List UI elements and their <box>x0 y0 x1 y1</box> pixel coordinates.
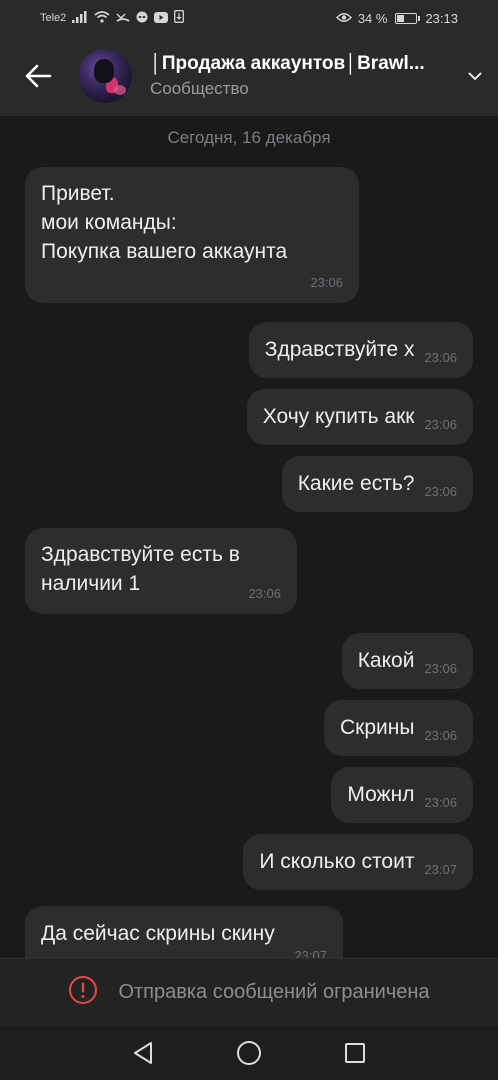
clock: 23:13 <box>425 10 458 26</box>
message-bubble-incoming[interactable]: Привет. мои команды: Покупка вашего акка… <box>25 167 359 303</box>
status-bar: Tele2 34 % 23:13 <box>0 0 498 36</box>
restriction-text: Отправка сообщений ограничена <box>118 981 430 1003</box>
battery-percent: 34 % <box>357 10 388 26</box>
nav-recents-button[interactable] <box>331 1029 379 1077</box>
message-time: 23:06 <box>248 586 281 601</box>
chat-subtitle: Сообщество <box>150 79 249 98</box>
message-text: Какой <box>357 649 415 672</box>
chat-title: │Продажа аккаунтов│Brawl... <box>150 53 425 74</box>
message-bubble-outgoing[interactable]: И сколько стоит 23:07 <box>243 834 473 890</box>
message-bubble-outgoing[interactable]: Скрины 23:06 <box>323 700 473 756</box>
messaging-restricted-bar: Отправка сообщений ограничена <box>0 958 498 1026</box>
message-bubble-incoming[interactable]: Да сейчас скрины скину 23:07 <box>25 906 343 958</box>
message-bubble-outgoing[interactable]: Какие есть? 23:06 <box>281 456 473 512</box>
message-list[interactable]: Сегодня, 16 декабря Привет. мои команды:… <box>0 116 498 958</box>
status-left: Tele2 <box>40 10 185 26</box>
date-separator: Сегодня, 16 декабря <box>167 128 331 147</box>
triangle-back-icon <box>134 1042 152 1064</box>
message-time: 23:06 <box>424 484 457 499</box>
message-bubble-outgoing[interactable]: Можнл 23:06 <box>331 767 473 823</box>
warning-icon <box>68 975 98 1010</box>
message-bubble-incoming[interactable]: Здравствуйте есть в наличии 1 23:06 <box>25 528 297 614</box>
message-time: 23:06 <box>424 661 457 676</box>
message-time: 23:06 <box>424 795 457 810</box>
message-time: 23:06 <box>424 728 457 743</box>
wifi-icon <box>94 10 110 26</box>
chat-title-area[interactable]: │Продажа аккаунтов│Brawl... Сообщество <box>150 53 460 99</box>
signal-icon <box>72 10 88 26</box>
system-nav-bar <box>0 1026 498 1080</box>
message-bubble-outgoing[interactable]: Какой 23:06 <box>341 633 473 689</box>
message-time: 23:06 <box>424 417 457 432</box>
download-icon <box>174 10 185 26</box>
chat-header: │Продажа аккаунтов│Brawl... Сообщество <box>0 36 498 116</box>
message-text: И сколько стоит <box>259 850 415 873</box>
battery-fill <box>397 14 404 22</box>
back-button[interactable] <box>0 36 76 116</box>
message-text: Здравствуйте есть в наличии 1 <box>41 543 240 595</box>
message-text: Здравствуйте х <box>264 338 415 361</box>
message-bubble-outgoing[interactable]: Хочу купить акк 23:06 <box>246 389 473 445</box>
nav-home-button[interactable] <box>225 1029 273 1077</box>
carrier-label: Tele2 <box>40 12 67 24</box>
message-time: 23:06 <box>424 350 457 365</box>
status-right: 34 % 23:13 <box>335 10 458 26</box>
message-time: 23:06 <box>310 275 343 290</box>
arrow-left-icon <box>25 64 52 88</box>
message-text: Скрины <box>339 716 415 739</box>
message-bubble-outgoing[interactable]: Здравствуйте х 23:06 <box>248 322 473 378</box>
eye-icon <box>335 11 352 26</box>
circle-home-icon <box>237 1041 261 1065</box>
youtube-icon <box>154 11 169 26</box>
message-text: Какие есть? <box>297 472 415 495</box>
square-recents-icon <box>345 1043 365 1063</box>
message-time: 23:07 <box>294 948 327 958</box>
message-time: 23:07 <box>424 862 457 877</box>
message-text: Привет. мои команды: Покупка вашего акка… <box>41 182 288 263</box>
battery-icon <box>395 12 421 24</box>
community-avatar[interactable] <box>78 49 132 103</box>
chevron-down-icon[interactable] <box>460 72 490 81</box>
missed-call-icon <box>116 11 130 26</box>
message-text: Можнл <box>347 783 415 806</box>
message-text: Хочу купить акк <box>262 405 415 428</box>
alien-icon <box>136 11 148 26</box>
message-text: Да сейчас скрины скину <box>41 922 275 945</box>
nav-back-button[interactable] <box>119 1029 167 1077</box>
